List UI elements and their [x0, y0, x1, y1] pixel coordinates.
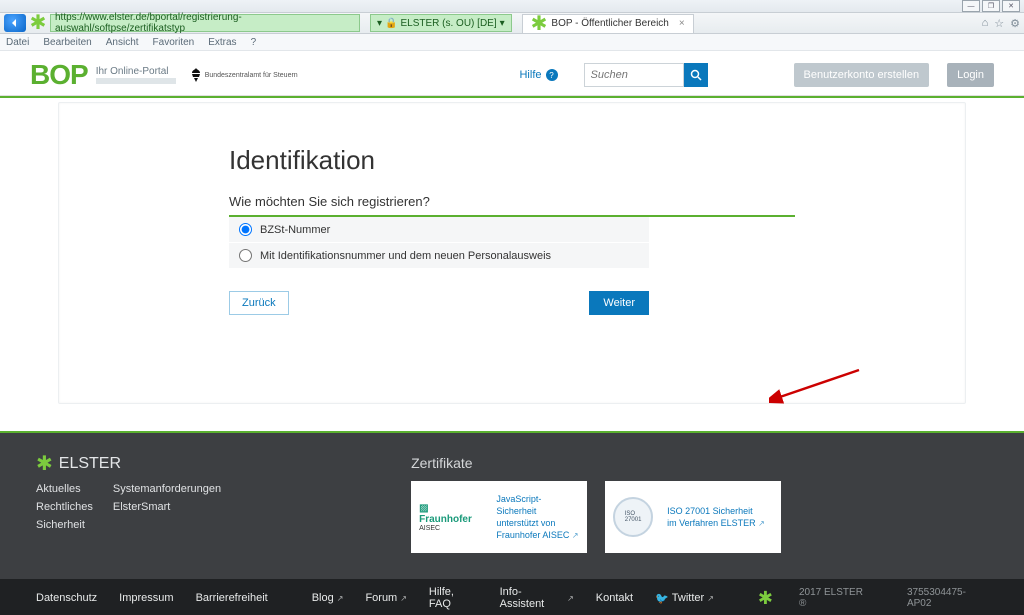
- create-account-button[interactable]: Benutzerkonto erstellen: [794, 63, 930, 87]
- star-icon: ✱: [758, 588, 773, 609]
- browser-menu-bar: Datei Bearbeiten Ansicht Favoriten Extra…: [0, 34, 1024, 51]
- option-label: Mit Identifikationsnummer und dem neuen …: [260, 250, 551, 262]
- footer-link-rechtliches[interactable]: Rechtliches: [36, 501, 93, 513]
- footer-link-elstersmart[interactable]: ElsterSmart: [113, 501, 221, 513]
- cert-iso27001[interactable]: ISO27001 ISO 27001 Sicherheit im Verfahr…: [605, 481, 781, 553]
- search-input[interactable]: [584, 63, 684, 87]
- lock-icon: 🔒: [385, 18, 397, 29]
- menu-datei[interactable]: Datei: [6, 37, 29, 48]
- main-card: Identifikation Wie möchten Sie sich regi…: [58, 102, 966, 404]
- site-header: BOP Ihr Online-Portal Bundeszentralamt f…: [0, 51, 1024, 96]
- option-label: BZSt-Nummer: [260, 224, 330, 236]
- footer-twitter[interactable]: 🐦Twitter↗: [655, 592, 714, 605]
- browser-address-bar: ✱ https://www.elster.de/bportal/registri…: [0, 13, 1024, 34]
- home-icon[interactable]: ⌂: [982, 17, 989, 30]
- window-close-button[interactable]: ✕: [1002, 0, 1020, 12]
- logo-subtitle: Ihr Online-Portal: [96, 67, 176, 84]
- window-minimize-button[interactable]: —: [962, 0, 980, 12]
- footer-blog[interactable]: Blog↗: [312, 592, 344, 604]
- footer-hilfe-faq[interactable]: Hilfe, FAQ: [429, 586, 478, 610]
- iso-badge-icon: ISO27001: [613, 497, 653, 537]
- site-footer: ✱ ELSTER Aktuelles Systemanforderungen R…: [0, 431, 1024, 615]
- tab-title: BOP - Öffentlicher Bereich: [551, 18, 668, 29]
- tools-icon[interactable]: ⚙: [1010, 17, 1020, 30]
- twitter-icon: 🐦: [655, 592, 669, 605]
- external-link-icon: ↗: [400, 594, 407, 603]
- dropdown-icon: ▾: [377, 18, 382, 29]
- browser-back-button[interactable]: [4, 14, 26, 32]
- external-link-icon: ↗: [567, 594, 574, 603]
- menu-bearbeiten[interactable]: Bearbeiten: [43, 37, 91, 48]
- footer-link-sicherheit[interactable]: Sicherheit: [36, 519, 93, 531]
- footer-link-systemanforderungen[interactable]: Systemanforderungen: [113, 483, 221, 495]
- external-link-icon: ↗: [707, 594, 714, 603]
- footer-link-aktuelles[interactable]: Aktuelles: [36, 483, 93, 495]
- external-link-icon: ↗: [758, 519, 765, 528]
- url-field[interactable]: https://www.elster.de/bportal/registrier…: [50, 14, 360, 32]
- cert-fraunhofer[interactable]: ▨ Fraunhofer AISEC JavaScript-Sicherheit…: [411, 481, 587, 553]
- search-button[interactable]: [684, 63, 708, 87]
- footer-barrierefreiheit[interactable]: Barrierefreiheit: [196, 592, 268, 604]
- eagle-icon: [190, 68, 202, 82]
- option-personalausweis[interactable]: Mit Identifikationsnummer und dem neuen …: [229, 243, 649, 269]
- menu-ansicht[interactable]: Ansicht: [106, 37, 139, 48]
- help-icon: ?: [546, 69, 558, 81]
- favorites-icon[interactable]: ☆: [994, 17, 1004, 30]
- footer-forum[interactable]: Forum↗: [365, 592, 406, 604]
- dropdown-icon: ▾: [500, 18, 505, 29]
- search-icon: [690, 69, 702, 81]
- page-title: Identifikation: [229, 145, 795, 176]
- annotation-arrow: [769, 368, 869, 418]
- radio-personalausweis[interactable]: [239, 249, 252, 262]
- site-favicon: ✱: [30, 15, 46, 31]
- external-link-icon: ↗: [337, 594, 344, 603]
- star-icon: ✱: [36, 457, 53, 471]
- footer-build-id: 3755304475-AP02: [907, 587, 988, 609]
- footer-copyright: 2017 ELSTER ®: [799, 587, 871, 609]
- radio-bzst[interactable]: [239, 223, 252, 236]
- ssl-label: ELSTER (s. OU) [DE]: [400, 18, 496, 29]
- login-button[interactable]: Login: [947, 63, 994, 87]
- arrow-left-icon: [10, 18, 20, 28]
- back-button[interactable]: Zurück: [229, 291, 289, 315]
- registration-question: Wie möchten Sie sich registrieren?: [229, 194, 795, 209]
- footer-kontakt[interactable]: Kontakt: [596, 592, 633, 604]
- next-button[interactable]: Weiter: [589, 291, 649, 315]
- browser-tab[interactable]: ✱ BOP - Öffentlicher Bereich ×: [522, 14, 694, 33]
- window-restore-button[interactable]: ❐: [982, 0, 1000, 12]
- footer-impressum[interactable]: Impressum: [119, 592, 173, 604]
- ministry-emblem: Bundeszentralamt für Steuern: [190, 68, 298, 82]
- option-bzst-nummer[interactable]: BZSt-Nummer: [229, 217, 649, 243]
- footer-cert-title: Zertifikate: [411, 455, 781, 471]
- footer-brand: ✱ ELSTER: [36, 455, 221, 473]
- tab-favicon: ✱: [531, 17, 548, 31]
- footer-datenschutz[interactable]: Datenschutz: [36, 592, 97, 604]
- ssl-identity[interactable]: ▾ 🔒 ELSTER (s. OU) [DE] ▾: [370, 14, 512, 32]
- search-box: [584, 63, 708, 87]
- help-link[interactable]: Hilfe ?: [519, 69, 557, 81]
- tab-close-icon[interactable]: ×: [679, 18, 685, 29]
- menu-help[interactable]: ?: [251, 37, 257, 48]
- external-link-icon: ↗: [572, 531, 579, 540]
- menu-favoriten[interactable]: Favoriten: [153, 37, 195, 48]
- footer-info-assistent[interactable]: Info-Assistent↗: [500, 586, 574, 610]
- menu-extras[interactable]: Extras: [208, 37, 236, 48]
- logo-bop[interactable]: BOP: [30, 59, 88, 91]
